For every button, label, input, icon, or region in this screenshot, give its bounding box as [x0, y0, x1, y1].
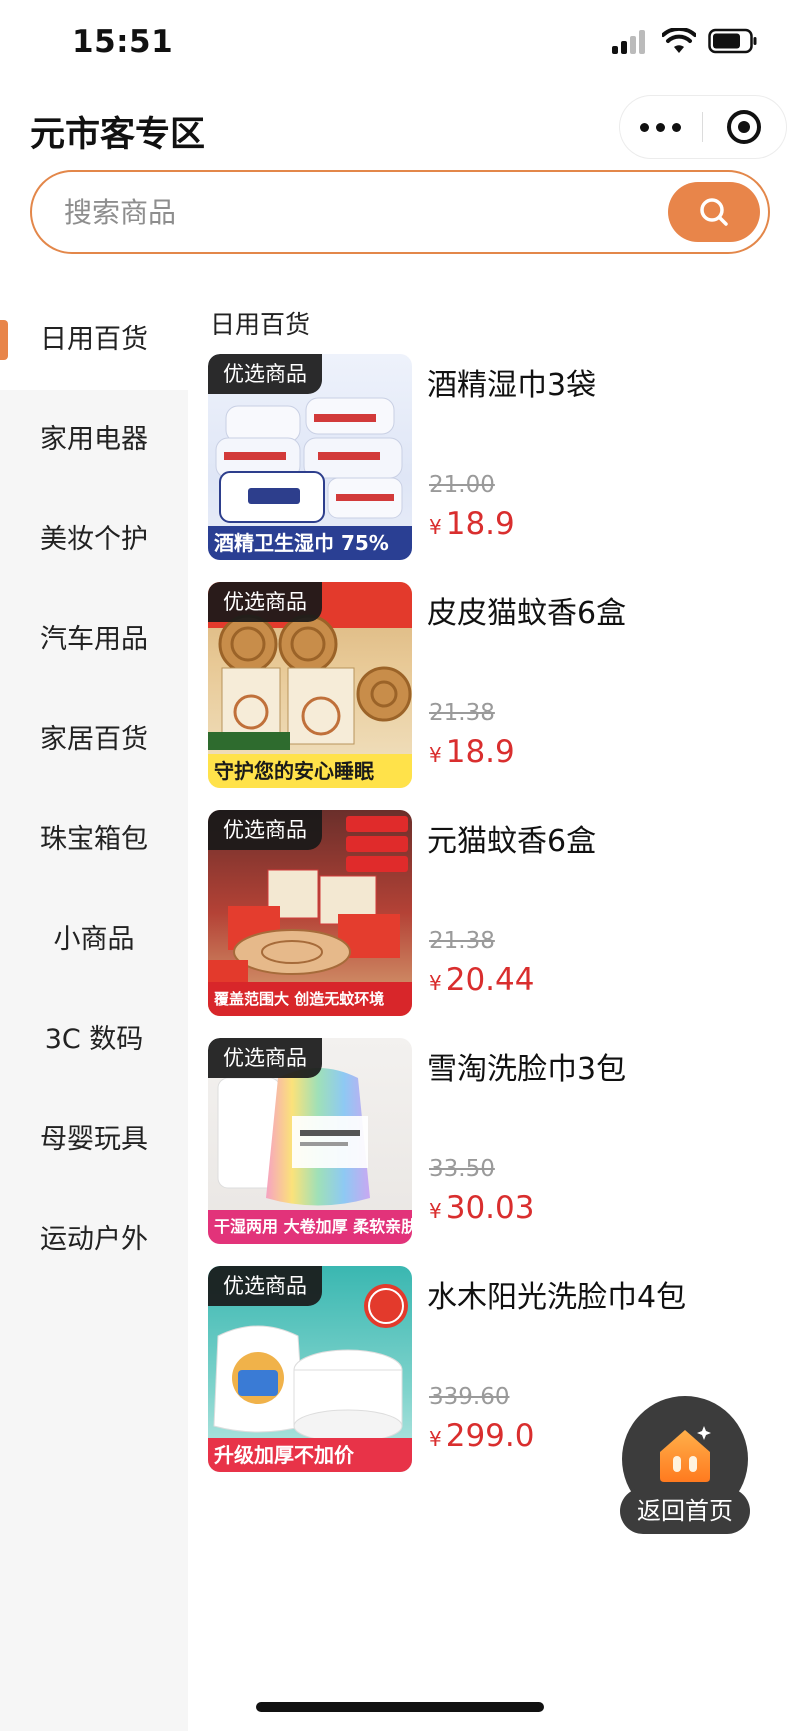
price-value: 299.0 — [445, 1418, 535, 1454]
currency-symbol: ¥ — [429, 743, 442, 767]
featured-badge: 优选商品 — [208, 582, 322, 622]
battery-icon — [708, 28, 757, 54]
mini-program-capsule — [620, 96, 786, 158]
price-value: 20.44 — [445, 962, 535, 998]
product-image: 优选商品 升级加厚不加价 — [208, 1266, 412, 1472]
product-image: 优选商品 覆盖范围大 创造无蚊环境 — [208, 810, 412, 1016]
category-sidebar: 日用百货 家用电器 美妆个护 汽车用品 家居百货 珠宝箱包 小商品 3C 数码 … — [0, 290, 188, 1731]
sale-price: ¥30.03 — [429, 1190, 534, 1226]
product-image: 优选商品 守护您的安心睡眠 — [208, 582, 412, 788]
sale-price: ¥18.9 — [429, 506, 515, 542]
product-name: 水木阳光洗脸巾4包 — [427, 1280, 687, 1315]
price-value: 30.03 — [445, 1190, 535, 1226]
image-banner: 干湿两用 大卷加厚 柔软亲肤 — [208, 1210, 412, 1244]
status-time: 15:51 — [72, 24, 174, 60]
back-to-home-label: 返回首页 — [620, 1488, 750, 1534]
currency-symbol: ¥ — [429, 1427, 442, 1451]
sidebar-item-label: 3C 数码 — [44, 1024, 144, 1055]
product-name: 酒精湿巾3袋 — [427, 368, 597, 403]
cellular-signal-icon — [612, 30, 648, 54]
sidebar-item-label: 汽车用品 — [40, 624, 148, 655]
price-value: 18.9 — [445, 734, 515, 770]
sale-price: ¥299.0 — [429, 1418, 534, 1454]
product-image: 优选商品 干湿两用 大卷加厚 柔软亲肤 — [208, 1038, 412, 1244]
image-banner: 覆盖范围大 创造无蚊环境 — [208, 982, 412, 1016]
product-card[interactable]: 优选商品 覆盖范围大 创造无蚊环境 元猫蚊香6盒 21.38 ¥20.44 — [208, 810, 788, 1016]
sidebar-item-label: 小商品 — [53, 924, 135, 955]
wifi-icon — [662, 28, 696, 53]
currency-symbol: ¥ — [429, 971, 442, 995]
sidebar-item-daily-goods[interactable]: 日用百货 — [0, 290, 188, 390]
featured-badge: 优选商品 — [208, 1266, 322, 1306]
sidebar-item-beauty[interactable]: 美妆个护 — [0, 490, 188, 590]
section-title: 日用百货 — [210, 310, 311, 339]
product-card[interactable]: 优选商品 干湿两用 大卷加厚 柔软亲肤 雪淘洗脸巾3包 33.50 ¥30.03 — [208, 1038, 788, 1244]
sidebar-item-auto[interactable]: 汽车用品 — [0, 590, 188, 690]
home-indicator — [256, 1702, 544, 1712]
search-input[interactable] — [64, 190, 624, 234]
featured-badge: 优选商品 — [208, 354, 322, 394]
image-banner: 酒精卫生湿巾 75% — [208, 526, 412, 560]
sidebar-item-label: 美妆个护 — [40, 524, 148, 555]
sidebar-item-label: 运动户外 — [40, 1224, 148, 1255]
sale-price: ¥20.44 — [429, 962, 534, 998]
active-indicator — [0, 320, 8, 360]
sidebar-item-jewelry-bags[interactable]: 珠宝箱包 — [0, 790, 188, 890]
back-to-home-button[interactable]: 返回首页 — [620, 1396, 750, 1542]
page-title: 元市客专区 — [30, 115, 206, 155]
search-button[interactable] — [668, 182, 760, 242]
currency-symbol: ¥ — [429, 1199, 442, 1223]
original-price: 21.00 — [429, 472, 495, 498]
sale-price: ¥18.9 — [429, 734, 515, 770]
sidebar-item-label: 家居百货 — [40, 724, 148, 755]
sidebar-item-label: 珠宝箱包 — [40, 824, 148, 855]
featured-badge: 优选商品 — [208, 1038, 322, 1078]
product-name: 元猫蚊香6盒 — [427, 824, 597, 859]
product-name: 皮皮猫蚊香6盒 — [427, 596, 627, 631]
currency-symbol: ¥ — [429, 515, 442, 539]
sidebar-item-label: 日用百货 — [40, 324, 148, 355]
product-name: 雪淘洗脸巾3包 — [427, 1052, 627, 1087]
close-mini-program-button[interactable] — [703, 96, 786, 158]
original-price: 21.38 — [429, 928, 495, 954]
image-banner: 守护您的安心睡眠 — [208, 754, 412, 788]
original-price: 339.60 — [429, 1384, 510, 1410]
product-image: 优选商品 酒精卫生湿巾 75% — [208, 354, 412, 560]
sidebar-item-home[interactable]: 家居百货 — [0, 690, 188, 790]
more-options-button[interactable] — [620, 96, 702, 158]
product-card[interactable]: 优选商品 守护您的安心睡眠 皮皮猫蚊香6盒 21.38 ¥18.9 — [208, 582, 788, 788]
price-value: 18.9 — [445, 506, 515, 542]
original-price: 33.50 — [429, 1156, 495, 1182]
product-card[interactable]: 优选商品 酒精卫生湿巾 75% 酒精湿巾3袋 21.00 ¥18.9 — [208, 354, 788, 560]
sidebar-item-3c-digital[interactable]: 3C 数码 — [0, 990, 188, 1090]
sidebar-item-outdoor[interactable]: 运动户外 — [0, 1190, 188, 1290]
featured-badge: 优选商品 — [208, 810, 322, 850]
status-bar: 15:51 — [0, 0, 800, 90]
home-icon — [660, 1426, 711, 1482]
search-bar — [30, 170, 770, 254]
original-price: 21.38 — [429, 700, 495, 726]
sidebar-item-label: 家用电器 — [40, 424, 148, 455]
sidebar-item-appliances[interactable]: 家用电器 — [0, 390, 188, 490]
sidebar-item-baby-toys[interactable]: 母婴玩具 — [0, 1090, 188, 1190]
search-icon — [700, 198, 728, 226]
sidebar-item-label: 母婴玩具 — [40, 1124, 148, 1155]
sidebar-item-small-goods[interactable]: 小商品 — [0, 890, 188, 990]
image-banner: 升级加厚不加价 — [208, 1438, 412, 1472]
